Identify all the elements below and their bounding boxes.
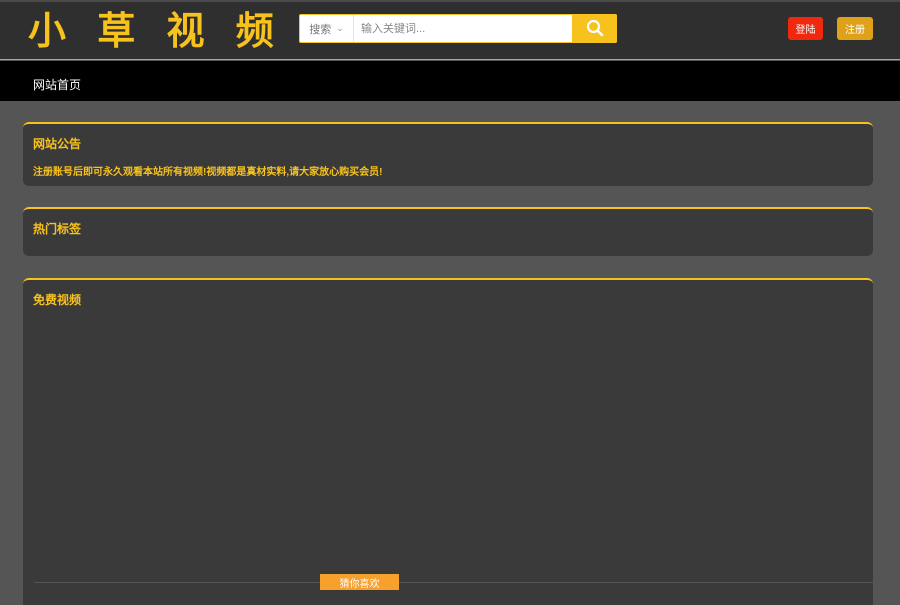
announcement-panel: 网站公告 注册账号后即可永久观看本站所有视频!视频都是真材实料,请大家放心购买会… [23,122,873,186]
section-divider [34,582,873,583]
announcement-title: 网站公告 [33,137,82,151]
search-icon [586,19,603,37]
tab-guess-you-like[interactable]: 猜你喜欢 [320,574,399,590]
site-header: 小 草 视 频 搜索 ⌄ 登陆 注册 [0,0,900,60]
hot-tags-panel: 热门标签 [23,207,873,256]
main-nav: 网站首页 [0,61,900,101]
announcement-text: 注册账号后即可永久观看本站所有视频!视频都是真材实料,请大家放心购买会员! [33,167,383,178]
free-videos-title: 免费视频 [33,293,82,307]
nav-item-home[interactable]: 网站首页 [33,76,81,93]
search-input[interactable] [354,15,572,42]
site-logo[interactable]: 小 草 视 频 [28,9,283,53]
register-button[interactable]: 注册 [837,17,873,40]
login-button[interactable]: 登陆 [788,17,823,40]
chevron-down-icon: ⌄ [336,23,344,33]
search-button[interactable] [572,13,617,43]
search-type-label: 搜索 [309,23,332,36]
search-type-select[interactable]: 搜索 ⌄ [300,15,354,42]
hot-tags-title: 热门标签 [33,222,82,236]
free-videos-panel: 免费视频 猜你喜欢 [23,278,873,605]
search-bar: 搜索 ⌄ [299,13,617,43]
